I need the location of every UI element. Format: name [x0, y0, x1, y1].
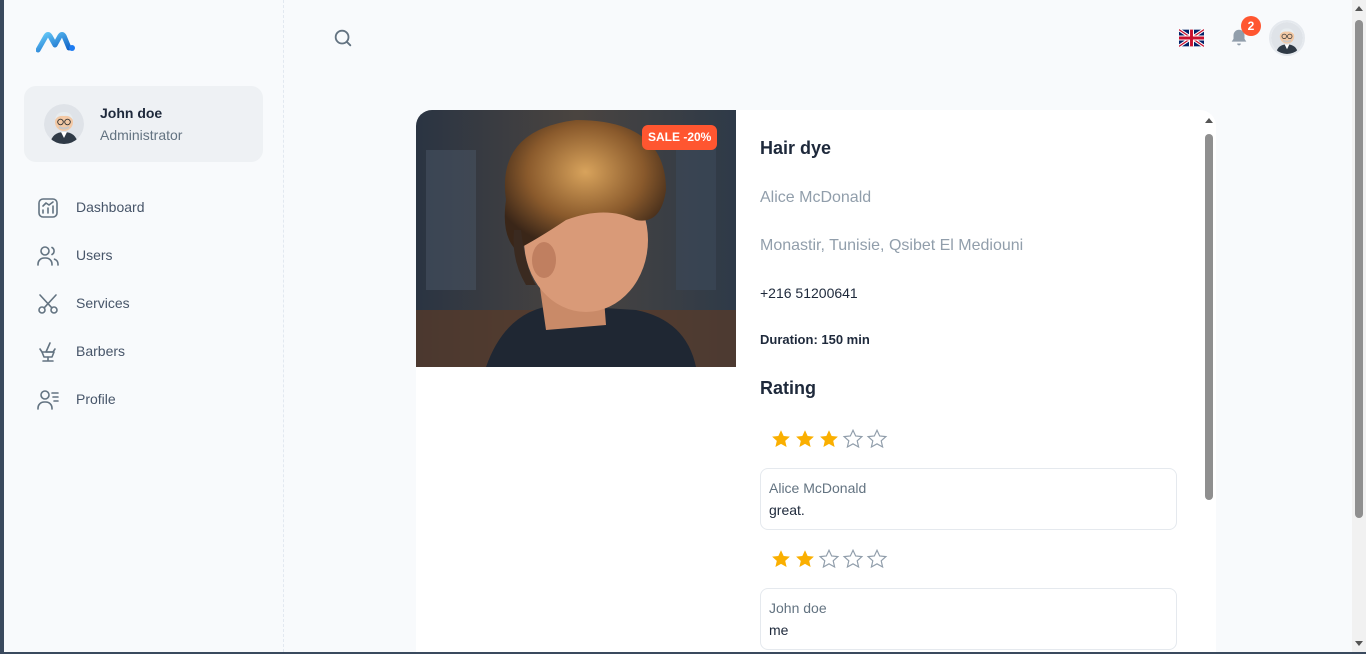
- sidebar: John doe Administrator Dashboard Users S…: [4, 0, 284, 652]
- star-empty-icon: [842, 428, 864, 449]
- sidebar-item-label: Services: [76, 295, 130, 311]
- scissors-icon: [36, 292, 60, 316]
- sidebar-item-profile[interactable]: Profile: [24, 376, 264, 424]
- star-filled-icon: [820, 430, 838, 447]
- rating-heading: Rating: [760, 378, 816, 398]
- star-filled-icon: [772, 550, 790, 567]
- avatar-icon: [44, 104, 84, 144]
- profile-icon: [36, 388, 60, 412]
- sidebar-item-users[interactable]: Users: [24, 232, 264, 280]
- star-empty-icon: [866, 548, 888, 569]
- user-name: John doe: [100, 105, 163, 121]
- star-filled-icon: [796, 430, 814, 447]
- service-duration: Duration: 150 min: [760, 332, 870, 347]
- star-empty-icon: [842, 548, 864, 569]
- page-scrollbar[interactable]: [1352, 0, 1366, 652]
- service-owner: Alice McDonald: [760, 189, 872, 206]
- sidebar-item-label: Barbers: [76, 343, 126, 359]
- scroll-down-arrow[interactable]: [1355, 641, 1363, 646]
- review-rating: [770, 548, 888, 570]
- star-filled-icon: [796, 550, 814, 567]
- review-card: Alice McDonald great.: [760, 468, 1177, 530]
- sale-badge: SALE -20%: [642, 125, 718, 150]
- service-photo: SALE -20%: [416, 110, 736, 367]
- service-title: Hair dye: [760, 138, 832, 158]
- user-role: Administrator: [100, 127, 183, 143]
- brand-logo-icon[interactable]: [35, 28, 76, 56]
- scroll-up-arrow[interactable]: [1355, 6, 1363, 11]
- sidebar-item-label: Dashboard: [76, 199, 145, 215]
- scrollbar-thumb[interactable]: [1355, 20, 1363, 518]
- sidebar-item-label: Users: [76, 247, 113, 263]
- star-empty-icon: [818, 548, 840, 569]
- review-author: John doe: [769, 600, 827, 616]
- account-avatar[interactable]: [1269, 20, 1305, 56]
- sidebar-item-services[interactable]: Services: [24, 280, 264, 328]
- service-card: SALE -20% Hair dye Alice McDonald Monast…: [416, 110, 1216, 652]
- review-author: Alice McDonald: [769, 480, 867, 496]
- star-empty-icon: [866, 428, 888, 449]
- sidebar-item-dashboard[interactable]: Dashboard: [24, 184, 264, 232]
- sidebar-nav: Dashboard Users Services Barbers Profile: [24, 184, 264, 424]
- users-icon: [36, 244, 60, 268]
- service-phone: +216 51200641: [760, 285, 858, 301]
- review-text: me: [769, 622, 789, 638]
- search-icon[interactable]: [332, 27, 354, 49]
- scrollbar-thumb[interactable]: [1205, 134, 1213, 500]
- service-address: Monastir, Tunisie, Qsibet El Mediouni: [760, 237, 1024, 254]
- user-card[interactable]: John doe Administrator: [24, 86, 263, 162]
- star-filled-icon: [772, 430, 790, 447]
- review-text: great.: [769, 502, 805, 518]
- app-window: John doe Administrator Dashboard Users S…: [4, 0, 1366, 652]
- uk-flag-icon[interactable]: [1179, 29, 1204, 47]
- review-card: John doe me: [760, 588, 1177, 650]
- sidebar-item-barbers[interactable]: Barbers: [24, 328, 264, 376]
- notification-badge: 2: [1241, 16, 1261, 36]
- sidebar-item-label: Profile: [76, 391, 116, 407]
- review-rating: [770, 428, 888, 450]
- barber-chair-icon: [36, 340, 60, 364]
- chart-icon: [36, 196, 60, 220]
- scroll-up-arrow[interactable]: [1205, 118, 1213, 123]
- card-scrollbar[interactable]: [1202, 114, 1216, 652]
